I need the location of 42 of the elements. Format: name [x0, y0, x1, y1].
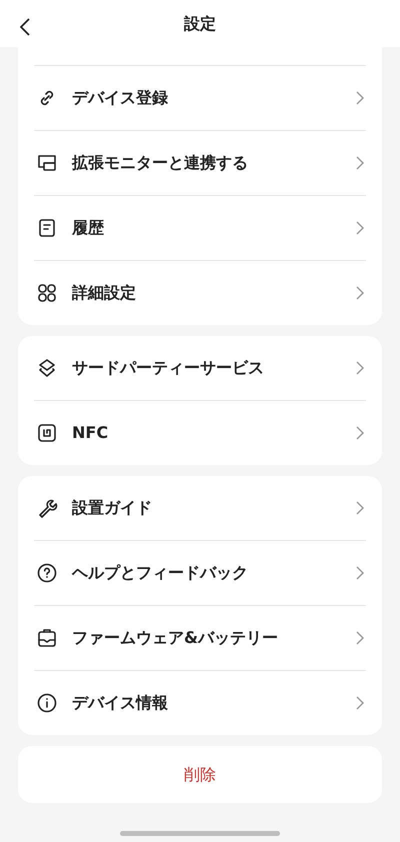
page-title: 設定 [184, 12, 216, 34]
item-label: デバイス情報 [72, 692, 169, 714]
wrench-icon [36, 497, 58, 519]
chevron-icon [356, 221, 364, 235]
item-label: ファームウェア&バッテリー [72, 627, 279, 649]
delete-button[interactable]: 削除 [18, 746, 382, 803]
nfc-icon [36, 422, 58, 444]
item-label: サードパーティーサービス [72, 357, 265, 379]
item-label: 拡張モニターと連携する [72, 152, 249, 174]
case-icon [36, 627, 58, 649]
settings-item[interactable]: 設置ガイド [34, 476, 366, 540]
info-icon [36, 692, 58, 714]
settings-item[interactable]: NFC [34, 400, 366, 465]
settings-item[interactable]: 詳細設定 [34, 260, 366, 325]
item-label: NFC [72, 422, 110, 444]
item-label: 設置ガイド [72, 497, 153, 519]
settings-item[interactable]: ヘルプとフィードバック [34, 540, 366, 605]
monitor-icon [36, 152, 58, 174]
chevron-icon [356, 361, 364, 375]
item-label: 履歴 [72, 217, 105, 239]
chevron-icon [356, 631, 364, 645]
help-icon [36, 562, 58, 584]
settings-item[interactable]: 拡張モニターと連携する [34, 130, 366, 195]
back-icon [20, 18, 30, 36]
grid-icon [36, 282, 58, 304]
layers-icon [36, 357, 58, 379]
chevron-icon [356, 501, 364, 515]
settings-item[interactable]: デバイス情報 [34, 670, 366, 735]
chevron-icon [356, 696, 364, 710]
chevron-icon [356, 566, 364, 580]
settings-item[interactable]: デバイス登録 [34, 65, 366, 130]
settings-item[interactable]: サードパーティーサービス [34, 336, 366, 400]
chevron-icon [356, 286, 364, 300]
chevron-icon [356, 426, 364, 440]
settings-item[interactable]: 履歴 [34, 195, 366, 260]
item-label: デバイス登録 [72, 87, 169, 109]
chevron-icon [356, 91, 364, 105]
item-label: ヘルプとフィードバック [72, 562, 249, 584]
chevron-icon [356, 156, 364, 170]
document-icon [36, 217, 58, 239]
settings-item[interactable]: ファームウェア&バッテリー [34, 605, 366, 670]
item-label: 詳細設定 [72, 282, 137, 304]
